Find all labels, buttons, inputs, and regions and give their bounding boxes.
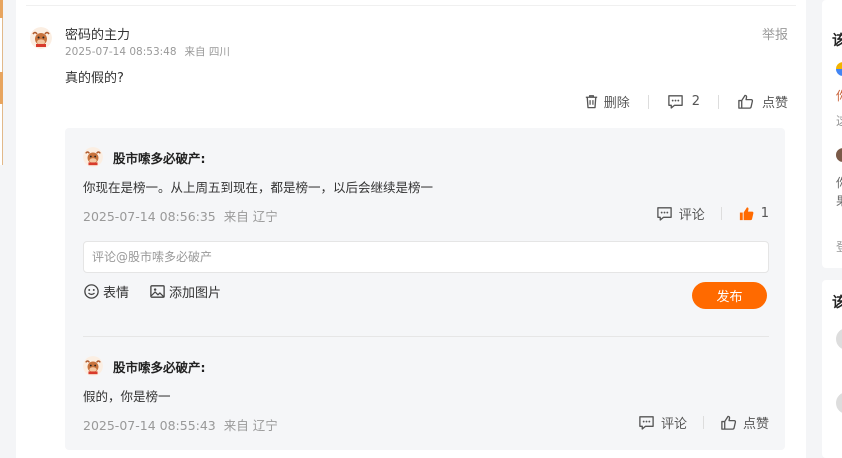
avatar[interactable] xyxy=(836,148,842,162)
thumb-up-icon xyxy=(737,93,754,110)
avatar[interactable] xyxy=(836,62,842,76)
like-button[interactable]: 点赞 xyxy=(737,92,788,111)
trash-icon xyxy=(583,93,600,110)
avatar[interactable] xyxy=(836,392,842,414)
reply-actions: 评论 点赞 xyxy=(638,413,769,432)
emoji-label: 表情 xyxy=(103,286,130,301)
reply-meta: 2025-07-14 08:56:35 来自 辽宁 xyxy=(83,206,278,225)
sidebar-card-title: 该 xyxy=(832,33,842,49)
add-image-label: 添加图片 xyxy=(169,286,222,301)
thumb-up-icon xyxy=(720,414,737,431)
comment-username[interactable]: 密码的主力 xyxy=(65,24,130,43)
avatar[interactable] xyxy=(83,356,103,376)
reply-comment-label: 评论 xyxy=(660,417,687,432)
bull-avatar-icon xyxy=(83,147,103,167)
reply-like-label: 点赞 xyxy=(742,417,769,432)
reply-meta: 2025-07-14 08:55:43 来自 辽宁 xyxy=(83,415,278,434)
reply-item: 股市嗦多必破产: 假的，你是榜一 2025-07-14 08:55:43 来自 辽… xyxy=(83,356,769,436)
action-separator xyxy=(720,207,722,220)
action-separator xyxy=(717,94,719,109)
sidebar-card: 该 你 这 你 果 登 xyxy=(822,0,842,268)
reply-text: 假的，你是榜一 xyxy=(83,389,171,404)
sidebar-fragment[interactable]: 登 xyxy=(836,238,842,255)
reply-location: 来自 辽宁 xyxy=(223,209,278,224)
comment-time: 2025-07-14 08:53:48 xyxy=(65,46,177,58)
comment-bubble-icon xyxy=(656,205,673,222)
comment-count: 2 xyxy=(691,94,700,109)
left-panel-strip xyxy=(0,0,3,165)
reply-thread: 股市嗦多必破产: 你现在是榜一。从上周五到现在，都是榜一，以后会继续是榜一 20… xyxy=(65,128,785,450)
sidebar-card-title: 该 xyxy=(832,295,842,311)
reply-input[interactable] xyxy=(84,242,768,272)
avatar[interactable] xyxy=(83,147,103,167)
comment-panel: 密码的主力 2025-07-14 08:53:48 来自 四川 举报 真的假的? … xyxy=(16,0,806,458)
like-label: 点赞 xyxy=(761,96,788,111)
emoji-button[interactable]: 表情 xyxy=(83,282,129,301)
reply-divider xyxy=(83,336,769,337)
reply-text: 你现在是榜一。从上周五到现在，都是榜一，以后会继续是榜一 xyxy=(83,180,434,195)
bull-avatar-icon xyxy=(83,356,103,376)
thumb-up-filled-icon xyxy=(738,205,755,222)
reply-username[interactable]: 股市嗦多必破产: xyxy=(113,357,206,376)
comment-count-button[interactable]: 2 xyxy=(667,93,700,110)
reply-like-count: 1 xyxy=(760,206,769,221)
right-sidebar: 该 你 这 你 果 登 该 xyxy=(822,0,842,458)
sidebar-fragment: 这 xyxy=(836,112,842,129)
reply-comment-label: 评论 xyxy=(678,208,705,223)
smile-icon xyxy=(83,283,100,300)
reply-location: 来自 辽宁 xyxy=(223,418,278,433)
avatar[interactable] xyxy=(30,27,52,49)
comment-location: 来自 四川 xyxy=(184,46,230,58)
avatar[interactable] xyxy=(836,328,842,350)
comment-text: 真的假的? xyxy=(65,71,124,86)
reply-time: 2025-07-14 08:55:43 xyxy=(83,418,216,433)
report-button[interactable]: 举报 xyxy=(762,24,788,43)
reply-actions: 评论 1 xyxy=(656,204,769,223)
comment-bubble-icon xyxy=(638,414,655,431)
reply-tools: 表情 添加图片 xyxy=(83,282,241,301)
reply-item: 股市嗦多必破产: 你现在是榜一。从上周五到现在，都是榜一，以后会继续是榜一 20… xyxy=(83,147,769,227)
sidebar-fragment[interactable]: 你 xyxy=(836,174,842,191)
add-image-button[interactable]: 添加图片 xyxy=(149,282,221,301)
reply-like-button[interactable]: 1 xyxy=(738,205,769,222)
comment-meta: 2025-07-14 08:53:48 来自 四川 xyxy=(65,44,230,59)
top-divider xyxy=(26,5,796,6)
bull-avatar-icon xyxy=(30,27,52,49)
publish-button[interactable]: 发布 xyxy=(692,282,767,309)
reply-comment-button[interactable]: 评论 xyxy=(656,204,705,223)
sidebar-fragment[interactable]: 果 xyxy=(836,192,842,209)
reply-like-button[interactable]: 点赞 xyxy=(720,413,769,432)
comment-bubble-icon xyxy=(667,93,684,110)
left-panel-edge xyxy=(0,0,8,458)
comment-actions: 删除 2 点赞 xyxy=(583,92,788,111)
action-separator xyxy=(702,416,704,429)
reply-input-wrapper xyxy=(83,241,769,273)
sidebar-fragment[interactable]: 你 xyxy=(836,87,842,104)
action-separator xyxy=(647,94,649,109)
reply-comment-button[interactable]: 评论 xyxy=(638,413,687,432)
image-icon xyxy=(149,283,166,300)
reply-username[interactable]: 股市嗦多必破产: xyxy=(113,148,206,167)
delete-label: 删除 xyxy=(603,96,630,111)
reply-time: 2025-07-14 08:56:35 xyxy=(83,209,216,224)
sidebar-card: 该 xyxy=(822,280,842,458)
delete-button[interactable]: 删除 xyxy=(583,92,630,111)
